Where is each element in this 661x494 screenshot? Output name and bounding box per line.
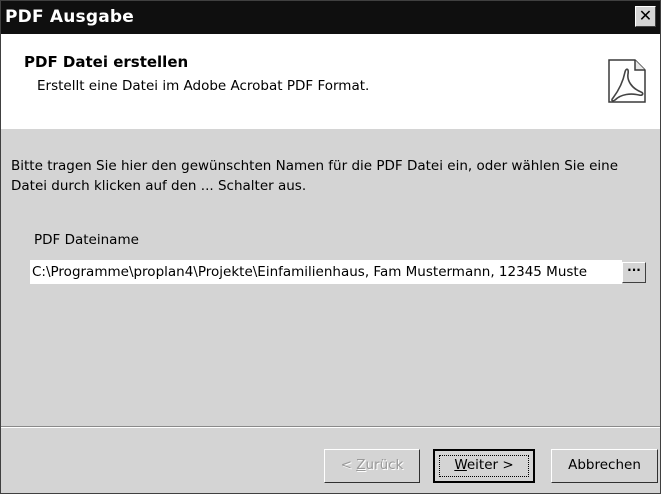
acrobat-document-icon [608,59,646,103]
pdf-filename-input[interactable]: C:\Programme\proplan4\Projekte\Einfamili… [30,260,622,284]
next-button[interactable]: Weiter > [433,449,535,483]
back-button-label: urück [365,457,404,473]
browse-button[interactable]: ··· [622,262,646,283]
close-icon: ✕ [638,6,653,25]
next-button-focus-ring [439,455,529,477]
close-button[interactable]: ✕ [635,6,656,27]
title-bar[interactable]: PDF Ausgabe ✕ [1,1,660,34]
pdf-output-dialog: PDF Ausgabe ✕ PDF Datei erstellen Erstel… [0,0,661,494]
wizard-header: PDF Datei erstellen Erstellt eine Datei … [1,34,660,129]
instruction-text: Bitte tragen Sie hier den gewünschten Na… [11,158,619,194]
pdf-filename-label: PDF Dateiname [34,232,139,248]
back-button-prefix: < [340,457,357,473]
header-separator [1,128,660,129]
cancel-button[interactable]: Abbrechen [551,449,658,483]
back-button[interactable]: < Zurück [324,449,420,483]
header-title: PDF Datei erstellen [24,53,189,71]
cancel-button-label: Abbrechen [568,457,641,473]
ellipsis-icon: ··· [627,263,641,277]
footer-separator-highlight [1,427,660,428]
header-subtitle: Erstellt eine Datei im Adobe Acrobat PDF… [37,78,370,94]
window-title: PDF Ausgabe [5,7,135,27]
